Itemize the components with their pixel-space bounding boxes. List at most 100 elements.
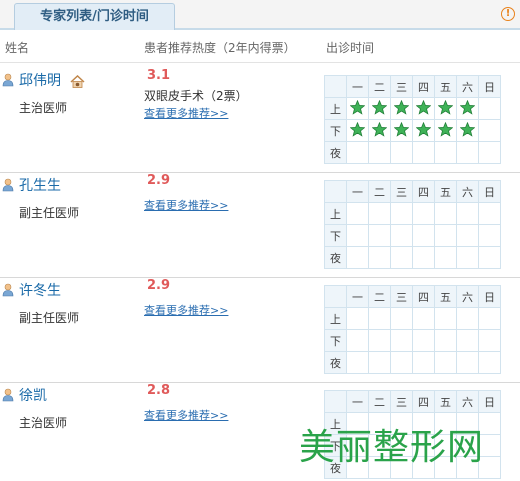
star-icon bbox=[372, 99, 387, 115]
schedule-cell bbox=[390, 119, 413, 142]
schedule-cell bbox=[390, 224, 413, 247]
schedule-cell bbox=[412, 224, 435, 247]
doctor-avatar-icon bbox=[2, 178, 14, 192]
star-icon bbox=[372, 121, 387, 137]
tab-expert-list[interactable]: 专家列表/门诊时间 bbox=[14, 3, 175, 30]
rating-score: 2.9 bbox=[147, 173, 171, 188]
clinic-schedule-table: 一二三四五六日上下夜 bbox=[324, 180, 501, 269]
schedule-cell bbox=[390, 97, 413, 120]
weekday-header: 三 bbox=[390, 180, 413, 203]
weekday-header: 日 bbox=[478, 75, 501, 98]
schedule-cell bbox=[368, 202, 391, 225]
schedule-cell bbox=[368, 246, 391, 269]
schedule-cell bbox=[346, 329, 369, 352]
schedule-cell bbox=[456, 119, 479, 142]
period-label: 上 bbox=[324, 307, 347, 330]
schedule-cell bbox=[434, 329, 457, 352]
period-label: 夜 bbox=[324, 246, 347, 269]
schedule-cell bbox=[346, 97, 369, 120]
clinic-home-icon[interactable] bbox=[70, 75, 85, 88]
star-icon bbox=[416, 99, 431, 115]
top-bar: 专家列表/门诊时间 ! bbox=[0, 0, 520, 30]
doctor-name-link[interactable]: 邱伟明 bbox=[19, 70, 61, 90]
schedule-cell bbox=[368, 329, 391, 352]
view-more-recommendations-link[interactable]: 查看更多推荐>> bbox=[144, 105, 228, 121]
schedule-cell bbox=[456, 224, 479, 247]
doctor-avatar-icon bbox=[2, 73, 14, 87]
weekday-header: 二 bbox=[368, 75, 391, 98]
weekday-header: 日 bbox=[478, 285, 501, 308]
schedule-cell bbox=[346, 119, 369, 142]
weekday-header: 六 bbox=[456, 285, 479, 308]
schedule-cell bbox=[434, 141, 457, 164]
star-icon bbox=[394, 99, 409, 115]
doctor-row: 许冬生 副主任医师 2.9 查看更多推荐>> 一二三四五六日上下夜 bbox=[0, 278, 520, 383]
weekday-header: 五 bbox=[434, 180, 457, 203]
doctor-name-link[interactable]: 许冬生 bbox=[19, 280, 61, 300]
schedule-cell bbox=[434, 351, 457, 374]
rating-score: 2.8 bbox=[147, 383, 171, 398]
clinic-schedule-table: 一二三四五六日上下夜 bbox=[324, 285, 501, 374]
schedule-cell bbox=[456, 307, 479, 330]
schedule-cell bbox=[368, 97, 391, 120]
schedule-cell bbox=[346, 141, 369, 164]
schedule-cell bbox=[390, 329, 413, 352]
weekday-header: 三 bbox=[390, 285, 413, 308]
weekday-header: 四 bbox=[412, 285, 435, 308]
weekday-header: 四 bbox=[412, 390, 435, 413]
schedule-cell bbox=[412, 246, 435, 269]
schedule-cell bbox=[456, 97, 479, 120]
rating-score: 2.9 bbox=[147, 278, 171, 293]
column-header-clinic-time: 出诊时间 bbox=[326, 41, 375, 55]
period-label: 下 bbox=[324, 119, 347, 142]
schedule-cell bbox=[412, 307, 435, 330]
view-more-recommendations-link[interactable]: 查看更多推荐>> bbox=[144, 302, 228, 318]
star-icon bbox=[350, 99, 365, 115]
star-icon bbox=[438, 99, 453, 115]
weekday-header: 二 bbox=[368, 285, 391, 308]
schedule-cell bbox=[456, 329, 479, 352]
schedule-corner-cell bbox=[324, 180, 347, 203]
weekday-header: 三 bbox=[390, 390, 413, 413]
weekday-header: 二 bbox=[368, 390, 391, 413]
schedule-cell bbox=[434, 224, 457, 247]
weekday-header: 一 bbox=[346, 285, 369, 308]
weekday-header: 一 bbox=[346, 390, 369, 413]
schedule-cell bbox=[434, 246, 457, 269]
schedule-cell bbox=[346, 224, 369, 247]
info-icon[interactable]: ! bbox=[501, 7, 515, 21]
doctor-name-link[interactable]: 孔生生 bbox=[19, 175, 61, 195]
schedule-cell bbox=[456, 246, 479, 269]
weekday-header: 一 bbox=[346, 180, 369, 203]
weekday-header: 日 bbox=[478, 180, 501, 203]
period-label: 上 bbox=[324, 97, 347, 120]
schedule-cell bbox=[478, 329, 501, 352]
schedule-cell bbox=[478, 119, 501, 142]
clinic-schedule-table: 一二三四五六日上下夜 bbox=[324, 75, 501, 164]
schedule-cell bbox=[368, 307, 391, 330]
doctor-title: 主治医师 bbox=[19, 101, 68, 115]
view-more-recommendations-link[interactable]: 查看更多推荐>> bbox=[144, 197, 228, 213]
schedule-cell bbox=[390, 351, 413, 374]
weekday-header: 二 bbox=[368, 180, 391, 203]
schedule-cell bbox=[434, 307, 457, 330]
schedule-cell bbox=[456, 351, 479, 374]
schedule-cell bbox=[434, 119, 457, 142]
doctor-title: 副主任医师 bbox=[19, 206, 80, 220]
doctor-row: 孔生生副主任医师 2.9 查看更多推荐>> 一二三四五六日上下夜 bbox=[0, 173, 520, 278]
schedule-cell bbox=[456, 141, 479, 164]
header-divider bbox=[0, 62, 520, 63]
schedule-cell bbox=[390, 307, 413, 330]
doctor-name-link[interactable]: 徐凯 bbox=[19, 385, 47, 405]
view-more-recommendations-link[interactable]: 查看更多推荐>> bbox=[144, 407, 228, 423]
period-label: 下 bbox=[324, 329, 347, 352]
doctor-row: 邱伟明 主治医师 3.1 双眼皮手术（2票） 查看更多推荐>> 一二三四五六日上下夜 bbox=[0, 68, 520, 173]
weekday-header: 五 bbox=[434, 75, 457, 98]
schedule-cell bbox=[478, 141, 501, 164]
weekday-header: 六 bbox=[456, 180, 479, 203]
column-header-name: 姓名 bbox=[5, 41, 30, 55]
star-icon bbox=[460, 121, 475, 137]
schedule-corner-cell bbox=[324, 75, 347, 98]
schedule-cell bbox=[346, 307, 369, 330]
star-icon bbox=[460, 99, 475, 115]
